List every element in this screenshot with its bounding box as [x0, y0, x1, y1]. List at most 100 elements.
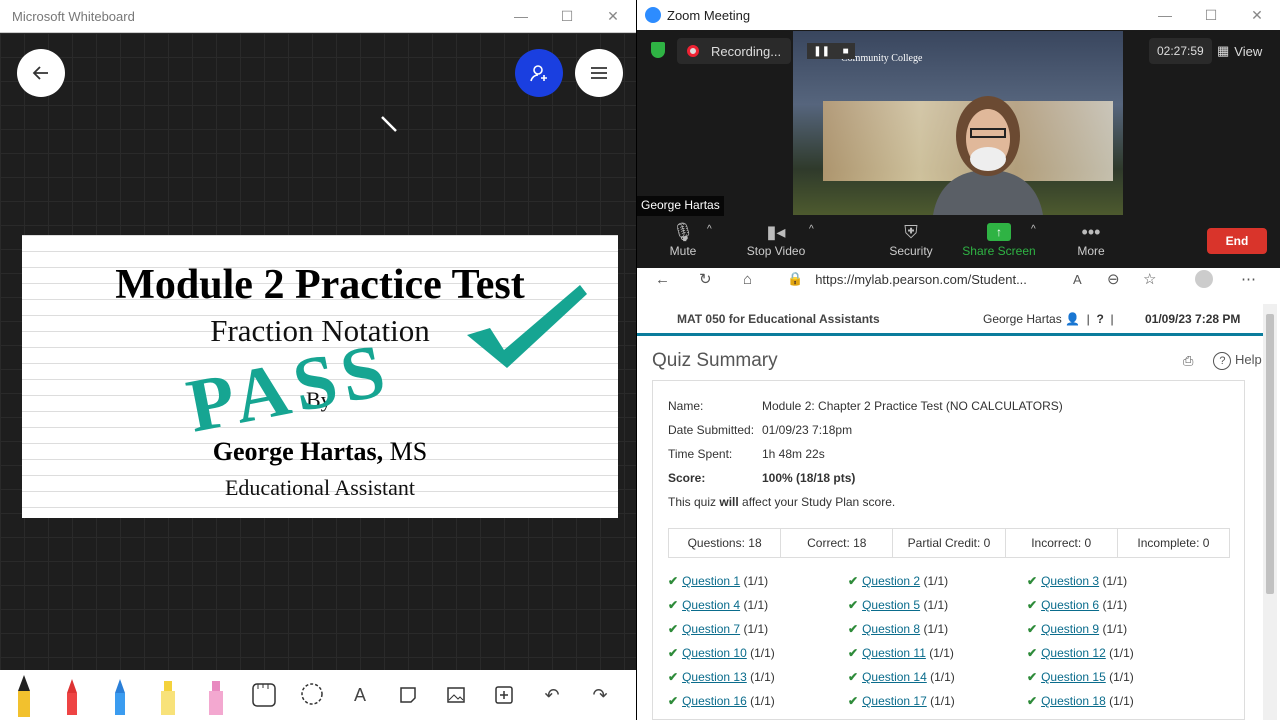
stop-icon[interactable]: ■: [843, 46, 849, 57]
record-icon: [687, 45, 699, 57]
user-icon: 👤: [1065, 312, 1080, 326]
insert-tool[interactable]: [480, 670, 528, 720]
more-button[interactable]: ••• More: [1073, 220, 1109, 259]
score-label: Score:: [668, 471, 706, 485]
quiz-name: Module 2: Chapter 2 Practice Test (NO CA…: [762, 399, 1063, 413]
recording-controls[interactable]: ❚❚ ■: [807, 43, 855, 59]
scrollbar[interactable]: [1263, 304, 1277, 720]
author-suffix: MS: [389, 437, 428, 466]
question-link[interactable]: Question 4: [682, 598, 740, 612]
home-icon[interactable]: ⌂: [743, 271, 752, 288]
read-aloud-icon[interactable]: A: [1073, 272, 1082, 287]
slide-author: George Hartas, MS: [22, 437, 618, 467]
pen-blue-tool[interactable]: [96, 670, 144, 720]
image-tool[interactable]: [432, 670, 480, 720]
stop-video-button[interactable]: ▮◂ Stop Video: [743, 220, 809, 259]
question-link[interactable]: Question 14: [862, 670, 927, 684]
minimize-icon[interactable]: —: [498, 0, 544, 32]
minimize-icon[interactable]: —: [1142, 0, 1188, 30]
question-link[interactable]: Question 16: [682, 694, 747, 708]
back-arrow-icon[interactable]: ←: [655, 271, 670, 288]
question-link[interactable]: Question 9: [1041, 622, 1099, 636]
pen-black-tool[interactable]: [0, 670, 48, 720]
check-icon: ✔: [848, 622, 859, 636]
security-button[interactable]: ⛨ Security: [883, 220, 939, 259]
stat-incomplete: Incomplete: 0: [1137, 536, 1210, 550]
refresh-icon[interactable]: ↻: [699, 270, 712, 288]
question-link[interactable]: Question 15: [1041, 670, 1106, 684]
text-tool[interactable]: A: [336, 670, 384, 720]
zoom-out-icon[interactable]: ⊖: [1107, 270, 1120, 288]
lasso-tool[interactable]: [288, 670, 336, 720]
question-score: (1/1): [930, 694, 955, 708]
question-link[interactable]: Question 12: [1041, 646, 1106, 660]
question-link[interactable]: Question 11: [862, 646, 926, 660]
study-plan-note: This quiz will affect your Study Plan sc…: [668, 495, 895, 509]
mute-label: Mute: [669, 244, 697, 258]
question-link[interactable]: Question 7: [682, 622, 740, 636]
question-link[interactable]: Question 6: [1041, 598, 1099, 612]
menu-button[interactable]: [575, 49, 623, 97]
recording-indicator[interactable]: Recording...: [677, 38, 792, 64]
more-menu-icon[interactable]: ⋯: [1241, 270, 1256, 288]
highlighter-pink-tool[interactable]: [192, 670, 240, 720]
view-label: View: [1234, 43, 1263, 59]
question-link[interactable]: Question 10: [682, 646, 747, 660]
question-item: ✔ Question 8 (1/1): [848, 622, 948, 636]
participant-name: George Hartas: [637, 196, 724, 216]
highlighter-pink-icon: [209, 681, 223, 715]
question-link[interactable]: Question 13: [682, 670, 747, 684]
invite-button[interactable]: [515, 49, 563, 97]
question-item: ✔ Question 11 (1/1): [848, 646, 954, 660]
question-link[interactable]: Question 17: [862, 694, 927, 708]
address-bar[interactable]: 🔒 https://mylab.pearson.com/Student...: [787, 268, 1067, 290]
header-user[interactable]: George Hartas 👤 | ? |: [983, 312, 1114, 326]
view-button[interactable]: ▦ View: [1217, 38, 1262, 64]
question-item: ✔ Question 13 (1/1): [668, 670, 775, 684]
end-meeting-button[interactable]: End: [1207, 228, 1267, 254]
maximize-icon[interactable]: ☐: [544, 0, 590, 32]
mute-options-chevron-icon[interactable]: ^: [707, 224, 712, 235]
scrollbar-thumb[interactable]: [1266, 314, 1274, 594]
highlighter-yellow-tool[interactable]: [144, 670, 192, 720]
back-button[interactable]: [17, 49, 65, 97]
question-item: ✔ Question 3 (1/1): [1027, 574, 1127, 588]
question-link[interactable]: Question 3: [1041, 574, 1099, 588]
close-icon[interactable]: ✕: [590, 0, 636, 32]
note-tool[interactable]: [384, 670, 432, 720]
ruler-tool[interactable]: [240, 670, 288, 720]
question-link[interactable]: Question 1: [682, 574, 740, 588]
check-icon: ✔: [1027, 574, 1038, 588]
question-link[interactable]: Question 8: [862, 622, 920, 636]
close-icon[interactable]: ✕: [1234, 0, 1280, 30]
video-options-chevron-icon[interactable]: ^: [809, 224, 814, 235]
pen-red-tool[interactable]: [48, 670, 96, 720]
help-circle-icon[interactable]: ?: [1096, 312, 1103, 326]
encryption-shield-icon: [651, 42, 665, 58]
question-link[interactable]: Question 2: [862, 574, 920, 588]
question-link[interactable]: Question 18: [1041, 694, 1106, 708]
check-icon: ✔: [668, 670, 679, 684]
course-name: MAT 050 for Educational Assistants: [677, 312, 880, 326]
redo-button[interactable]: ↷: [576, 670, 624, 720]
slide-image[interactable]: Module 2 Practice Test Fraction Notation…: [22, 235, 618, 518]
help-button[interactable]: ? Help: [1213, 352, 1262, 370]
note-pre: This quiz: [668, 495, 720, 509]
mute-button[interactable]: 🎙 Mute: [665, 220, 701, 259]
pause-icon[interactable]: ❚❚: [813, 46, 830, 57]
print-icon[interactable]: ⎙: [1183, 353, 1193, 369]
check-icon: ✔: [668, 574, 679, 588]
question-item: ✔ Question 18 (1/1): [1027, 694, 1134, 708]
favorites-icon[interactable]: ☆: [1143, 270, 1156, 288]
undo-button[interactable]: ↶: [528, 670, 576, 720]
maximize-icon[interactable]: ☐: [1188, 0, 1234, 30]
question-link[interactable]: Question 5: [862, 598, 920, 612]
share-options-chevron-icon[interactable]: ^: [1031, 224, 1036, 235]
course-header: MAT 050 for Educational Assistants Georg…: [637, 304, 1263, 336]
add-person-icon: [530, 65, 547, 82]
profile-avatar[interactable]: [1195, 270, 1213, 288]
whiteboard-window: Microsoft Whiteboard — ☐ ✕ Module 2 Prac…: [0, 0, 636, 720]
whiteboard-canvas[interactable]: Module 2 Practice Test Fraction Notation…: [0, 33, 636, 670]
share-screen-button[interactable]: ↑ Share Screen: [961, 220, 1037, 258]
stat-correct: Correct: 18: [781, 529, 894, 557]
